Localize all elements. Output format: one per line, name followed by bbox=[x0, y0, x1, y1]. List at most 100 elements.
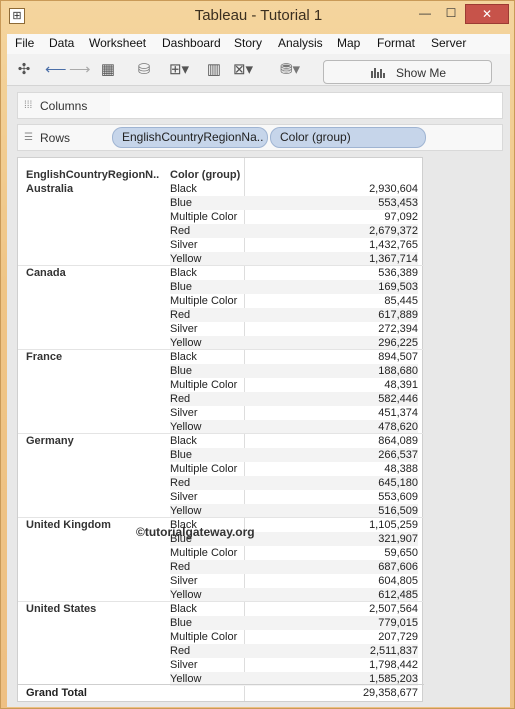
menu-data[interactable]: Data bbox=[49, 36, 74, 50]
table-row[interactable]: Multiple Color 85,445 bbox=[170, 294, 418, 308]
bar-chart-icon bbox=[371, 68, 385, 78]
table-row[interactable]: Red 582,446 bbox=[170, 392, 418, 406]
table-row[interactable]: Blue 779,015 bbox=[170, 616, 418, 630]
menu-file[interactable]: File bbox=[15, 36, 34, 50]
table-row[interactable]: Multiple Color 48,391 bbox=[170, 378, 418, 392]
chart-bars-icon[interactable]: ▥ bbox=[203, 60, 225, 80]
minimize-button[interactable]: — bbox=[415, 4, 435, 24]
table-row[interactable]: Silver 272,394 bbox=[170, 322, 418, 336]
table-row[interactable]: Silver 451,374 bbox=[170, 406, 418, 420]
columns-grid-icon: ⁞⁞⁞ bbox=[24, 100, 33, 111]
table-row[interactable]: Red 645,180 bbox=[170, 476, 418, 490]
rows-shelf[interactable]: ☰ Rows EnglishCountryRegionNa.. Color (g… bbox=[17, 124, 503, 151]
database-icon[interactable]: ⛃▾ bbox=[277, 60, 303, 80]
value-cell: 645,180 bbox=[378, 477, 418, 489]
color-cell: Multiple Color bbox=[170, 211, 238, 223]
table-row[interactable]: Red 2,511,837 bbox=[170, 644, 418, 658]
table-row[interactable]: Black 2,507,564 bbox=[170, 602, 418, 616]
value-cell: 85,445 bbox=[384, 295, 418, 307]
country-header[interactable]: Australia bbox=[26, 183, 73, 195]
value-cell: 516,509 bbox=[378, 505, 418, 517]
country-header[interactable]: Canada bbox=[26, 267, 66, 279]
color-cell: Yellow bbox=[170, 505, 202, 517]
value-cell: 1,105,259 bbox=[369, 519, 418, 531]
menu-bar: File Data Worksheet Dashboard Story Anal… bbox=[7, 34, 510, 54]
watermark: ©tutorialgateway.org bbox=[136, 525, 255, 539]
table-row[interactable]: Blue 266,537 bbox=[170, 448, 418, 462]
color-cell: Blue bbox=[170, 281, 193, 293]
table-row[interactable]: Blue 553,453 bbox=[170, 196, 418, 210]
table-row[interactable]: Yellow 612,485 bbox=[170, 588, 418, 602]
value-cell: 266,537 bbox=[378, 449, 418, 461]
rows-pill-country[interactable]: EnglishCountryRegionNa.. bbox=[112, 127, 268, 148]
value-cell: 97,092 bbox=[384, 211, 418, 223]
table-row[interactable]: Red 2,679,372 bbox=[170, 224, 418, 238]
value-cell: 59,650 bbox=[384, 547, 418, 559]
value-cell: 2,511,837 bbox=[369, 645, 418, 657]
country-header[interactable]: United Kingdom bbox=[26, 519, 111, 531]
color-cell: Blue bbox=[170, 197, 193, 209]
table-row[interactable]: Blue 188,680 bbox=[170, 364, 418, 378]
rows-label: Rows bbox=[40, 131, 71, 145]
country-header[interactable]: France bbox=[26, 351, 62, 363]
table-row[interactable]: Silver 1,432,765 bbox=[170, 238, 418, 252]
color-cell: Red bbox=[170, 309, 191, 321]
tableau-logo-icon[interactable]: ✣ bbox=[15, 60, 33, 80]
menu-analysis[interactable]: Analysis bbox=[278, 36, 323, 50]
header-country[interactable]: EnglishCountryRegionN.. bbox=[26, 169, 159, 181]
menu-format[interactable]: Format bbox=[377, 36, 415, 50]
value-cell: 188,680 bbox=[378, 365, 418, 377]
menu-story[interactable]: Story bbox=[234, 36, 262, 50]
menu-dashboard[interactable]: Dashboard bbox=[162, 36, 221, 50]
table-row[interactable]: Multiple Color 59,650 bbox=[170, 546, 418, 560]
maximize-button[interactable]: ☐ bbox=[441, 4, 461, 24]
table-row[interactable]: Multiple Color 48,388 bbox=[170, 462, 418, 476]
back-arrow-icon[interactable]: ⟵ bbox=[45, 60, 67, 80]
value-cell: 296,225 bbox=[378, 337, 418, 349]
show-me-button[interactable]: Show Me bbox=[323, 60, 492, 84]
table-row[interactable]: Black 536,389 bbox=[170, 266, 418, 280]
table-row[interactable]: Red 687,606 bbox=[170, 560, 418, 574]
color-cell: Red bbox=[170, 225, 191, 237]
value-cell: 207,729 bbox=[378, 631, 418, 643]
table-row[interactable]: Black 864,089 bbox=[170, 434, 418, 448]
columns-shelf[interactable]: ⁞⁞⁞ Columns bbox=[17, 92, 503, 119]
table-row[interactable]: Yellow 296,225 bbox=[170, 336, 418, 350]
menu-map[interactable]: Map bbox=[337, 36, 360, 50]
save-icon[interactable]: ▦ bbox=[99, 60, 117, 80]
title-bar[interactable]: ⊞ Tableau - Tutorial 1 — ☐ ✕ bbox=[1, 1, 515, 33]
color-cell: Red bbox=[170, 393, 191, 405]
value-cell: 48,391 bbox=[384, 379, 418, 391]
table-row[interactable]: Multiple Color 207,729 bbox=[170, 630, 418, 644]
table-row[interactable]: Yellow 478,620 bbox=[170, 420, 418, 434]
table-row[interactable]: Silver 553,609 bbox=[170, 490, 418, 504]
menu-server[interactable]: Server bbox=[431, 36, 466, 50]
table-row[interactable]: Blue 169,503 bbox=[170, 280, 418, 294]
table-row[interactable]: Black 2,930,604 bbox=[170, 182, 418, 196]
menu-worksheet[interactable]: Worksheet bbox=[89, 36, 146, 50]
color-cell: Silver bbox=[170, 659, 198, 671]
table-row[interactable]: Silver 1,798,442 bbox=[170, 658, 418, 672]
rows-pill-color-group[interactable]: Color (group) bbox=[270, 127, 426, 148]
table-row[interactable]: Black 894,507 bbox=[170, 350, 418, 364]
forward-arrow-icon[interactable]: ⟶ bbox=[69, 60, 91, 80]
table-row[interactable]: Multiple Color 97,092 bbox=[170, 210, 418, 224]
country-header[interactable]: Germany bbox=[26, 435, 74, 447]
header-color-group[interactable]: Color (group) bbox=[170, 169, 240, 181]
new-data-source-icon[interactable]: ⛁ bbox=[135, 60, 153, 80]
columns-drop-area[interactable] bbox=[110, 93, 502, 118]
country-header[interactable]: United States bbox=[26, 603, 96, 615]
table-row[interactable]: Red 617,889 bbox=[170, 308, 418, 322]
close-button[interactable]: ✕ bbox=[465, 4, 509, 24]
crosstab-view[interactable]: EnglishCountryRegionN.. Color (group) Au… bbox=[17, 157, 424, 702]
table-row[interactable]: Yellow 1,367,714 bbox=[170, 252, 418, 266]
table-row[interactable]: Silver 604,805 bbox=[170, 574, 418, 588]
value-cell: 272,394 bbox=[378, 323, 418, 335]
new-worksheet-icon[interactable]: ⊞▾ bbox=[167, 60, 191, 80]
table-row[interactable]: Yellow 516,509 bbox=[170, 504, 418, 518]
clear-sheet-icon[interactable]: ⊠▾ bbox=[231, 60, 255, 80]
value-cell: 2,507,564 bbox=[369, 603, 418, 615]
color-cell: Black bbox=[170, 183, 197, 195]
grand-total-label: Grand Total bbox=[26, 687, 87, 699]
color-cell: Blue bbox=[170, 365, 193, 377]
